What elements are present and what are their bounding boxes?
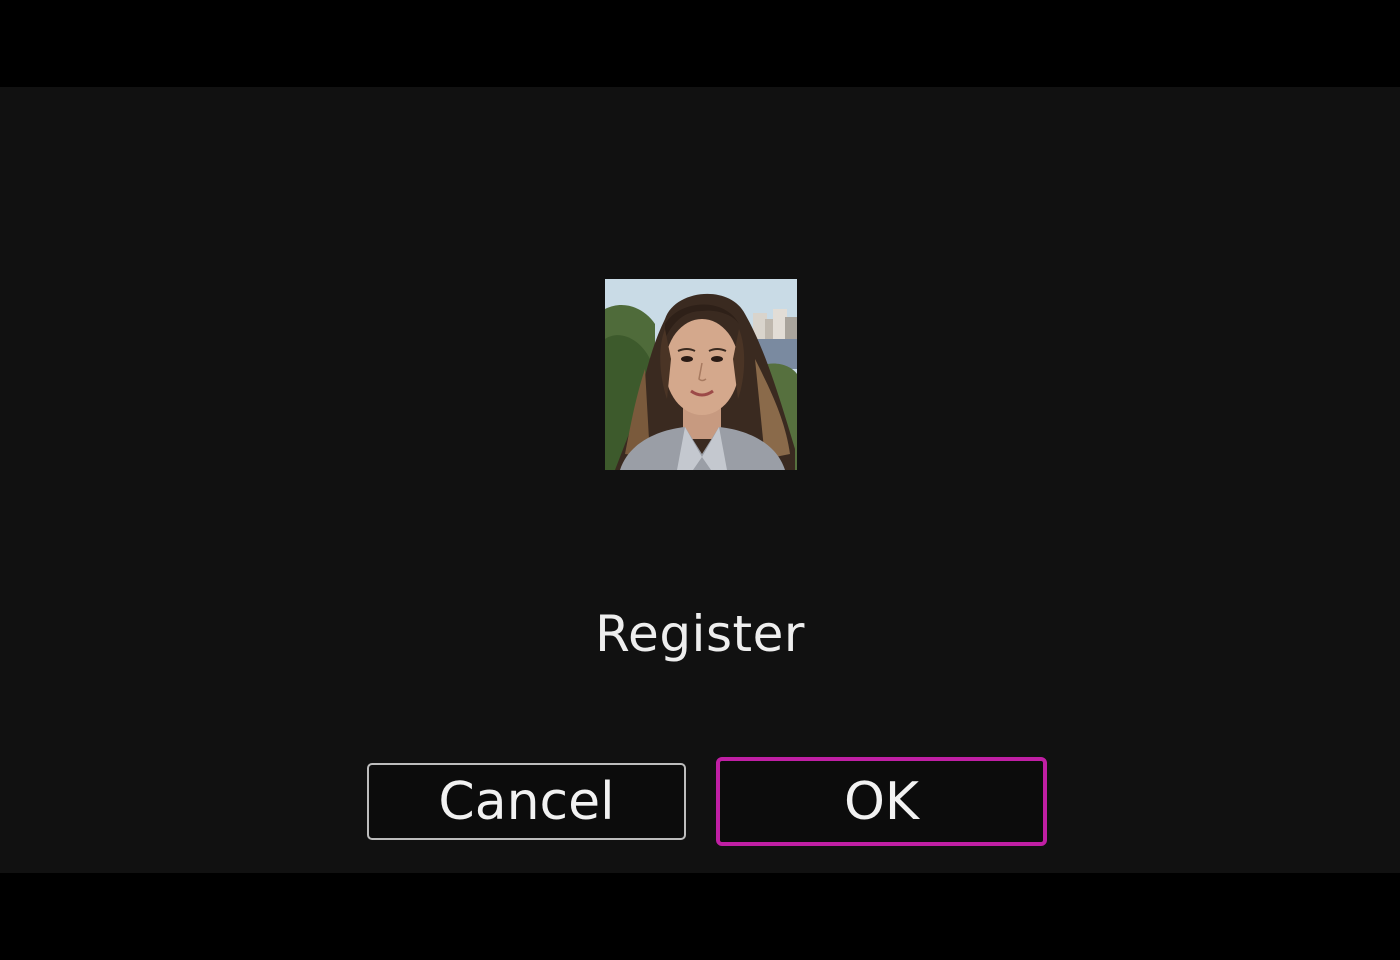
letterbox-bottom — [0, 873, 1400, 960]
letterbox-top — [0, 0, 1400, 87]
cancel-button[interactable]: Cancel — [367, 763, 686, 840]
face-thumbnail-image — [605, 279, 797, 470]
register-face-screen: Register Cancel OK — [0, 87, 1400, 873]
ok-button[interactable]: OK — [716, 757, 1047, 846]
dialog-title: Register — [595, 605, 805, 663]
